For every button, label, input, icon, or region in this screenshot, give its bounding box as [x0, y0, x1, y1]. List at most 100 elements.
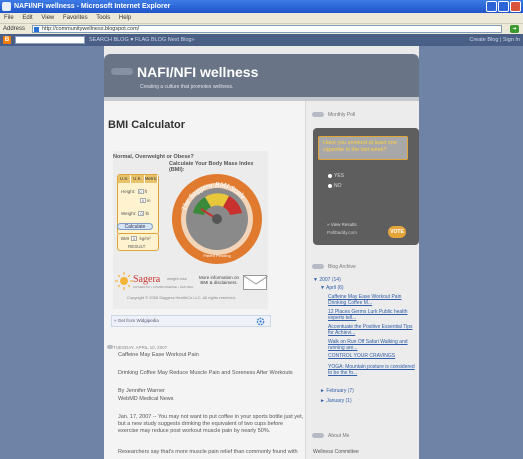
bmi-output: 0 — [131, 236, 138, 242]
gear-icon[interactable] — [256, 317, 265, 326]
post-paragraph-2: Researchers say that's more muscle pain … — [118, 449, 298, 455]
archive-pill — [312, 264, 324, 269]
close-button[interactable] — [510, 1, 521, 12]
minimize-button[interactable] — [486, 1, 497, 12]
poll-option-no: NO — [334, 183, 342, 189]
window-controls — [486, 1, 521, 12]
post-author: By Jennifer Warner — [118, 388, 165, 394]
archive-post-3[interactable]: Accentuate the Positive Essential Tips f… — [328, 324, 416, 336]
poll-radio-yes[interactable] — [328, 174, 332, 178]
post-date: TUESDAY, APRIL 10, 2007 — [113, 345, 168, 350]
blog-search-input[interactable] — [15, 36, 85, 44]
tab-us[interactable]: U.S. — [118, 175, 132, 183]
bmi-unit: kg/m² — [139, 236, 151, 241]
blogger-logo[interactable]: B — [3, 36, 11, 44]
calculate-button[interactable]: Calculate — [117, 223, 153, 230]
post-subheading: Drinking Coffee May Reduce Muscle Pain a… — [118, 370, 293, 376]
post-title: BMI Calculator — [108, 119, 186, 131]
tab-uk[interactable]: U.K. — [131, 175, 145, 183]
copyright-text: Copyright © 2006 Saggera HealthCo LLC. A… — [127, 295, 236, 300]
gauge-hub — [212, 214, 222, 224]
about-text: Wellness Committee — [313, 449, 359, 455]
more-info-link[interactable]: More information on BMI & disclaimers. — [197, 275, 241, 285]
ie-icon — [2, 2, 11, 11]
bmi-widget: Normal, Overweight or Obese? Calculate Y… — [113, 151, 269, 309]
menu-help[interactable]: Help — [119, 15, 131, 21]
poll-radio-no[interactable] — [328, 184, 332, 188]
weight-input[interactable]: 0 — [138, 211, 145, 217]
window-titlebar: NAFI/NFI wellness - Microsoft Internet E… — [0, 0, 523, 13]
about-heading: About Me — [328, 433, 350, 439]
maximize-button[interactable] — [498, 1, 509, 12]
post-paragraph-1: Jan. 17, 2007 -- You may not want to put… — [118, 414, 304, 434]
bmi-question: Normal, Overweight or Obese? — [113, 154, 194, 160]
polldaddy-link[interactable]: PollDaddy.com — [327, 230, 357, 235]
widget-bar: » Get from Widgipedia — [111, 315, 271, 327]
poll-question: Have you smoked at least one cigarette i… — [318, 136, 408, 160]
post-source: WebMD Medical News — [118, 396, 174, 402]
archive-post-4[interactable]: Walk on Run Off Safari Walking and runni… — [328, 339, 416, 351]
poll-pill — [312, 112, 324, 117]
poll-heading: Monthly Poll — [328, 112, 356, 118]
saggera-logo[interactable]: Sagera weight loss AUTHENTIC • COMMONSEN… — [115, 272, 195, 292]
poll-option-yes: YES — [334, 173, 345, 179]
navbar-signin[interactable]: Create Blog | Sign In — [469, 34, 520, 46]
main-column: BMI Calculator Normal, Overweight or Obe… — [104, 101, 305, 459]
post-heading: Caffeine May Ease Workout Pain — [118, 352, 199, 358]
archive-month-february[interactable]: ► February (7) — [320, 388, 354, 394]
patent-text: Patent Pending — [203, 253, 230, 258]
brand-tag: weight loss — [167, 276, 187, 281]
blog-description: Creating a culture that promotes wellnes… — [140, 84, 234, 90]
height-in-unit: in — [147, 198, 151, 203]
menu-edit[interactable]: Edit — [22, 15, 32, 21]
address-input[interactable]: http://communitywellness.blogspot.com/ — [32, 25, 502, 33]
tab-metric[interactable]: Metric — [144, 175, 158, 183]
sidebar: Monthly Poll Have you smoked at least on… — [305, 101, 419, 459]
height-row: Height: 0 ft — [121, 189, 148, 195]
archive-post-1[interactable]: Caffeine May Ease Workout Pain Drinking … — [328, 294, 416, 306]
archive-month-january[interactable]: ► January (1) — [320, 398, 352, 404]
menu-tools[interactable]: Tools — [96, 15, 110, 21]
archive-year-2007[interactable]: ▼ 2007 (14) — [313, 277, 341, 283]
brand-subtitle: AUTHENTIC • COMMONSENSE • NATURAL — [133, 285, 194, 289]
height-in-row: 0 in — [139, 198, 151, 204]
blog-title[interactable]: NAFI/NFI wellness — [137, 64, 258, 80]
blogger-navbar: B SEARCH BLOG ♥ FLAG BLOG Next Blog» Cre… — [0, 34, 523, 46]
menu-file[interactable]: File — [4, 15, 14, 21]
page-icon — [34, 27, 39, 32]
height-label: Height: — [121, 189, 136, 194]
menu-bar: File Edit View Favorites Tools Help — [0, 13, 523, 23]
window-title: NAFI/NFI wellness - Microsoft Internet E… — [14, 3, 171, 10]
navbar-links[interactable]: SEARCH BLOG ♥ FLAG BLOG Next Blog» — [89, 34, 195, 46]
archive-post-5[interactable]: CONTROL YOUR CRAVINGS — [328, 353, 416, 359]
go-button[interactable]: ➜ — [510, 25, 519, 33]
bmi-subtitle: Calculate Your Body Mass Index (BMI): — [169, 161, 254, 173]
height-ft-input[interactable]: 0 — [137, 189, 144, 195]
bmi-result-panel: BMI 0 kg/m² RESULT — [117, 233, 159, 251]
menu-view[interactable]: View — [41, 15, 54, 21]
bmi-result-row: BMI 0 kg/m² — [121, 236, 151, 242]
bmi-gauge: The Saggera BMI Scale Patent Pending — [172, 174, 262, 264]
address-url: http://communitywellness.blogspot.com/ — [42, 26, 140, 32]
weight-unit: lb — [145, 211, 149, 216]
calculate-label: Calculate — [124, 224, 146, 230]
weight-label: Weight: — [121, 211, 137, 216]
envelope-icon[interactable] — [243, 275, 269, 290]
header-pill — [111, 68, 133, 75]
address-bar: Address http://communitywellness.blogspo… — [0, 23, 523, 34]
blog-header: NAFI/NFI wellness Creating a culture tha… — [104, 54, 419, 97]
archive-month-april[interactable]: ▼ April (6) — [320, 285, 344, 291]
archive-post-6[interactable]: YOGA: Mountain posture is considered to … — [328, 364, 416, 376]
weight-row: Weight: 0 lb — [121, 211, 149, 217]
unit-tabs: U.S. U.K. Metric — [118, 175, 158, 183]
about-pill — [312, 433, 324, 438]
vote-button[interactable]: VOTE — [388, 226, 406, 238]
archive-post-2[interactable]: 12 Places Germs Lurk Public health exper… — [328, 309, 416, 321]
poll-view-results[interactable]: » View Results — [327, 222, 357, 227]
height-ft-unit: ft — [144, 189, 148, 194]
bmi-label: BMI — [121, 236, 130, 241]
widgipedia-link[interactable]: » Get from Widgipedia — [114, 318, 159, 323]
address-label: Address — [3, 26, 26, 32]
menu-favorites[interactable]: Favorites — [63, 15, 88, 21]
height-in-input[interactable]: 0 — [140, 198, 146, 204]
